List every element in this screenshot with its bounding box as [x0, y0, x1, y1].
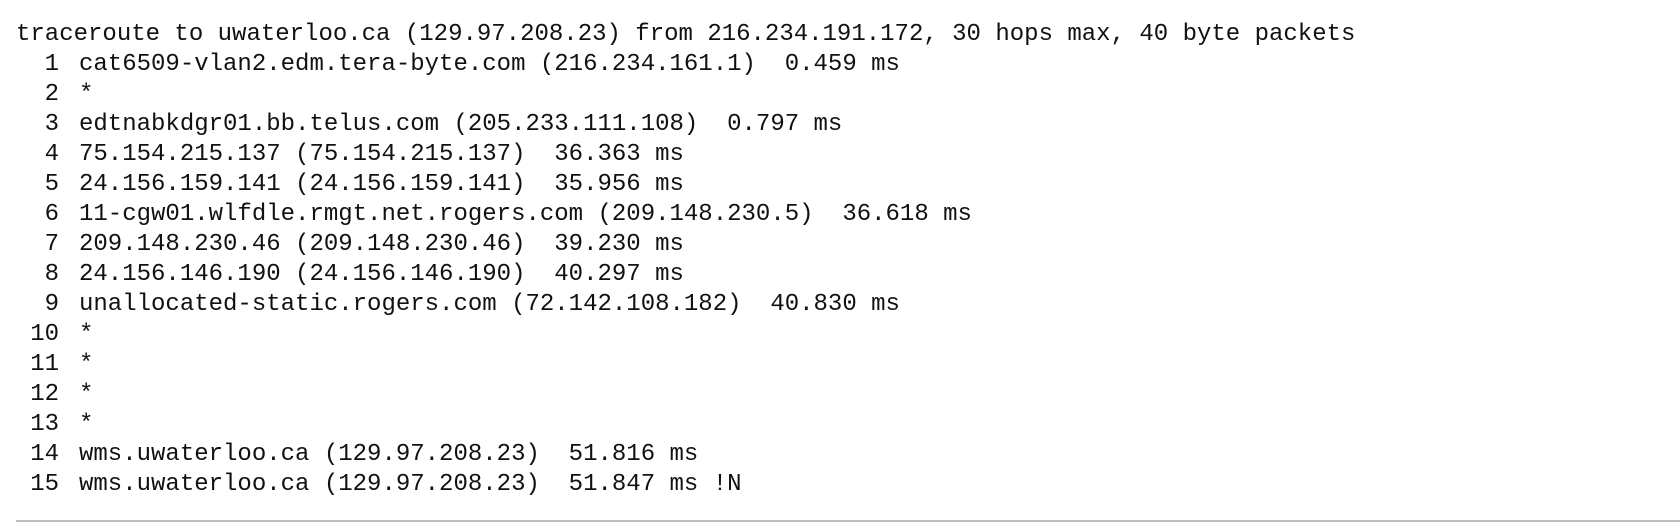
- hop-detail: 24.156.159.141 (24.156.159.141) 35.956 m…: [79, 171, 684, 198]
- hop-number: 12: [30, 381, 59, 408]
- hop-detail: wms.uwaterloo.ca (129.97.208.23) 51.847 …: [79, 471, 742, 498]
- hop-number: 11: [30, 351, 59, 378]
- hop-row: 8 24.156.146.190 (24.156.146.190) 40.297 …: [16, 260, 1355, 290]
- traceroute-output: traceroute to uwaterloo.ca (129.97.208.2…: [16, 20, 1355, 500]
- hop-number: 8: [44, 261, 59, 288]
- horizontal-divider: [16, 520, 1680, 522]
- hop-detail: *: [79, 321, 94, 348]
- hop-detail: edtnabkdgr01.bb.telus.com (205.233.111.1…: [79, 111, 843, 138]
- hop-number: 5: [44, 171, 59, 198]
- hop-detail: 11-cgw01.wlfdle.rmgt.net.rogers.com (209…: [79, 201, 972, 228]
- hop-number: 2: [44, 81, 59, 108]
- hop-number: 3: [44, 111, 59, 138]
- hop-row: 9 unallocated-static.rogers.com (72.142.1…: [16, 290, 1355, 320]
- hop-row: 10 *: [16, 320, 1355, 350]
- hop-detail: 209.148.230.46 (209.148.230.46) 39.230 m…: [79, 231, 684, 258]
- hop-row: 7 209.148.230.46 (209.148.230.46) 39.230 …: [16, 230, 1355, 260]
- hop-row: 5 24.156.159.141 (24.156.159.141) 35.956 …: [16, 170, 1355, 200]
- hop-detail: unallocated-static.rogers.com (72.142.10…: [79, 291, 900, 318]
- hop-row: 4 75.154.215.137 (75.154.215.137) 36.363 …: [16, 140, 1355, 170]
- hop-row: 15 wms.uwaterloo.ca (129.97.208.23) 51.84…: [16, 470, 1355, 500]
- hop-row: 11 *: [16, 350, 1355, 380]
- hop-number: 9: [44, 291, 59, 318]
- hop-detail: 75.154.215.137 (75.154.215.137) 36.363 m…: [79, 141, 684, 168]
- hop-row: 12 *: [16, 380, 1355, 410]
- hop-detail: *: [79, 81, 94, 108]
- hop-number: 10: [30, 321, 59, 348]
- hop-number: 1: [44, 51, 59, 78]
- traceroute-header: traceroute to uwaterloo.ca (129.97.208.2…: [16, 21, 1356, 48]
- hop-number: 15: [30, 471, 59, 498]
- hop-row: 14 wms.uwaterloo.ca (129.97.208.23) 51.81…: [16, 440, 1355, 470]
- hop-row: 13 *: [16, 410, 1355, 440]
- hop-detail: wms.uwaterloo.ca (129.97.208.23) 51.816 …: [79, 441, 699, 468]
- hop-row: 2 *: [16, 80, 1355, 110]
- hop-row: 6 11-cgw01.wlfdle.rmgt.net.rogers.com (20…: [16, 200, 1355, 230]
- hop-detail: 24.156.146.190 (24.156.146.190) 40.297 m…: [79, 261, 684, 288]
- hop-detail: *: [79, 351, 94, 378]
- hop-row: 3 edtnabkdgr01.bb.telus.com (205.233.111.…: [16, 110, 1355, 140]
- hop-detail: *: [79, 411, 94, 438]
- hop-row: 1 cat6509-vlan2.edm.tera-byte.com (216.23…: [16, 50, 1355, 80]
- hop-detail: *: [79, 381, 94, 408]
- hop-number: 7: [44, 231, 59, 258]
- hop-number: 13: [30, 411, 59, 438]
- hop-number: 6: [44, 201, 59, 228]
- hop-detail: cat6509-vlan2.edm.tera-byte.com (216.234…: [79, 51, 900, 78]
- hop-number: 14: [30, 441, 59, 468]
- hop-number: 4: [44, 141, 59, 168]
